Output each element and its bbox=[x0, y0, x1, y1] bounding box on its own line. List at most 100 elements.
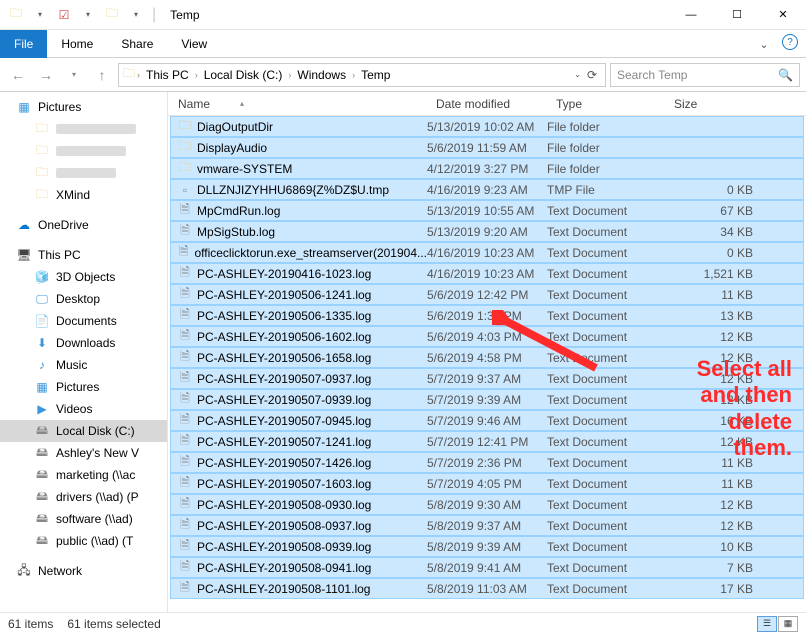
file-row[interactable]: 🗎PC-ASHLEY-20190506-1658.log5/6/2019 4:5… bbox=[170, 347, 804, 368]
chevron-right-icon[interactable]: › bbox=[193, 70, 200, 80]
view-details-button[interactable]: ☰ bbox=[757, 616, 777, 632]
file-row[interactable]: 🗎PC-ASHLEY-20190508-1101.log5/8/2019 11:… bbox=[170, 578, 804, 599]
qat-menu-icon[interactable]: ▾ bbox=[126, 5, 146, 25]
file-size: 12 KB bbox=[665, 330, 761, 344]
col-type[interactable]: Type bbox=[546, 97, 664, 111]
search-input[interactable]: Search Temp 🔍 bbox=[610, 63, 800, 87]
nav-item[interactable]: ⬇Downloads bbox=[0, 332, 167, 354]
nav-pictures[interactable]: ▦Pictures bbox=[0, 96, 167, 118]
nav-xmind[interactable]: 🗀XMind bbox=[0, 184, 167, 206]
help-icon[interactable]: ? bbox=[782, 34, 798, 50]
file-size: 12 KB bbox=[665, 351, 761, 365]
file-row[interactable]: 🗎MpSigStub.log5/13/2019 9:20 AMText Docu… bbox=[170, 221, 804, 242]
text-icon: 🗎 bbox=[177, 329, 193, 345]
tab-view[interactable]: View bbox=[167, 30, 221, 58]
tab-share[interactable]: Share bbox=[107, 30, 167, 58]
crumb-temp[interactable]: Temp bbox=[357, 68, 394, 82]
file-row[interactable]: 🗎PC-ASHLEY-20190508-0939.log5/8/2019 9:3… bbox=[170, 536, 804, 557]
nav-item[interactable]: ▦Pictures bbox=[0, 376, 167, 398]
up-button[interactable]: ↑ bbox=[90, 63, 114, 87]
chevron-right-icon[interactable]: › bbox=[350, 70, 357, 80]
col-date[interactable]: Date modified bbox=[426, 97, 546, 111]
file-name: PC-ASHLEY-20190416-1023.log bbox=[197, 267, 371, 281]
crumb-localdisk[interactable]: Local Disk (C:) bbox=[200, 68, 287, 82]
file-type: Text Document bbox=[547, 477, 665, 491]
minimize-button[interactable]: — bbox=[668, 0, 714, 30]
nav-item[interactable]: 📄Documents bbox=[0, 310, 167, 332]
file-name: PC-ASHLEY-20190508-0930.log bbox=[197, 498, 371, 512]
nav-item[interactable]: 🖴software (\\ad) bbox=[0, 508, 167, 530]
file-list[interactable]: 🗀DiagOutputDir5/13/2019 10:02 AMFile fol… bbox=[168, 116, 806, 612]
file-row[interactable]: 🗎PC-ASHLEY-20190507-0937.log5/7/2019 9:3… bbox=[170, 368, 804, 389]
nav-item[interactable]: 🖴Ashley's New V bbox=[0, 442, 167, 464]
nav-item[interactable]: ♪Music bbox=[0, 354, 167, 376]
file-row[interactable]: 🗎PC-ASHLEY-20190506-1335.log5/6/2019 1:3… bbox=[170, 305, 804, 326]
videos-icon: ▶ bbox=[34, 401, 50, 417]
nav-item-blurred[interactable]: 🗀 bbox=[0, 118, 167, 140]
qat-dropdown2-icon[interactable]: ▾ bbox=[78, 5, 98, 25]
nav-network[interactable]: 🖧Network bbox=[0, 560, 167, 582]
breadcrumb[interactable]: 🗀 › This PC › Local Disk (C:) › Windows … bbox=[118, 63, 606, 87]
file-row[interactable]: ▫DLLZNJIZYHHU6869{Z%DZ$U.tmp4/16/2019 9:… bbox=[170, 179, 804, 200]
tab-file[interactable]: File bbox=[0, 30, 47, 58]
file-date: 5/8/2019 9:39 AM bbox=[427, 540, 547, 554]
file-row[interactable]: 🗎PC-ASHLEY-20190507-0939.log5/7/2019 9:3… bbox=[170, 389, 804, 410]
file-row[interactable]: 🗎PC-ASHLEY-20190508-0930.log5/8/2019 9:3… bbox=[170, 494, 804, 515]
file-size: 12 KB bbox=[665, 435, 761, 449]
nav-onedrive[interactable]: ☁OneDrive bbox=[0, 214, 167, 236]
sort-asc-icon: ▴ bbox=[240, 99, 244, 108]
file-row[interactable]: 🗎PC-ASHLEY-20190507-1426.log5/7/2019 2:3… bbox=[170, 452, 804, 473]
crumb-thispc[interactable]: This PC bbox=[142, 68, 193, 82]
file-name: PC-ASHLEY-20190508-1101.log bbox=[197, 582, 370, 596]
navigation-pane[interactable]: ▦Pictures 🗀 🗀 🗀 🗀XMind ☁OneDrive 🖥This P… bbox=[0, 92, 168, 612]
nav-item[interactable]: 🖵Desktop bbox=[0, 288, 167, 310]
expand-ribbon-icon[interactable]: ⌄ bbox=[754, 34, 774, 54]
file-row[interactable]: 🗎PC-ASHLEY-20190507-1603.log5/7/2019 4:0… bbox=[170, 473, 804, 494]
text-icon: 🗎 bbox=[177, 434, 193, 450]
file-row[interactable]: 🗀DiagOutputDir5/13/2019 10:02 AMFile fol… bbox=[170, 116, 804, 137]
nav-item[interactable]: 🖴public (\\ad) (T bbox=[0, 530, 167, 552]
file-row[interactable]: 🗎MpCmdRun.log5/13/2019 10:55 AMText Docu… bbox=[170, 200, 804, 221]
nav-thispc[interactable]: 🖥This PC bbox=[0, 244, 167, 266]
file-date: 5/8/2019 9:41 AM bbox=[427, 561, 547, 575]
nav-item[interactable]: 🧊3D Objects bbox=[0, 266, 167, 288]
pictures-icon: ▦ bbox=[16, 99, 32, 115]
file-row[interactable]: 🗎PC-ASHLEY-20190508-0937.log5/8/2019 9:3… bbox=[170, 515, 804, 536]
file-row[interactable]: 🗀vmware-SYSTEM4/12/2019 3:27 PMFile fold… bbox=[170, 158, 804, 179]
nav-item[interactable]: ▶Videos bbox=[0, 398, 167, 420]
crumb-windows[interactable]: Windows bbox=[293, 68, 350, 82]
file-row[interactable]: 🗎PC-ASHLEY-20190506-1602.log5/6/2019 4:0… bbox=[170, 326, 804, 347]
file-row[interactable]: 🗀DisplayAudio5/6/2019 11:59 AMFile folde… bbox=[170, 137, 804, 158]
breadcrumb-dropdown-icon[interactable]: ⌄ bbox=[574, 70, 581, 79]
recent-dropdown[interactable]: ▾ bbox=[62, 63, 86, 87]
back-button[interactable]: ← bbox=[6, 63, 30, 87]
file-name: PC-ASHLEY-20190508-0941.log bbox=[197, 561, 371, 575]
file-size: 12 KB bbox=[665, 393, 761, 407]
nav-item-blurred[interactable]: 🗀 bbox=[0, 162, 167, 184]
nav-item[interactable]: 🖴marketing (\\ac bbox=[0, 464, 167, 486]
file-row[interactable]: 🗎officeclicktorun.exe_streamserver(20190… bbox=[170, 242, 804, 263]
file-row[interactable]: 🗎PC-ASHLEY-20190416-1023.log4/16/2019 10… bbox=[170, 263, 804, 284]
documents-icon: 📄 bbox=[34, 313, 50, 329]
file-row[interactable]: 🗎PC-ASHLEY-20190506-1241.log5/6/2019 12:… bbox=[170, 284, 804, 305]
col-size[interactable]: Size bbox=[664, 97, 764, 111]
close-button[interactable]: ✕ bbox=[760, 0, 806, 30]
chevron-right-icon[interactable]: › bbox=[135, 70, 142, 80]
nav-item-blurred[interactable]: 🗀 bbox=[0, 140, 167, 162]
refresh-icon[interactable]: ⟳ bbox=[583, 68, 601, 82]
properties-icon[interactable]: ☑ bbox=[54, 5, 74, 25]
file-size: 34 KB bbox=[665, 225, 761, 239]
nav-item[interactable]: 🖴drivers (\\ad) (P bbox=[0, 486, 167, 508]
chevron-right-icon[interactable]: › bbox=[286, 70, 293, 80]
maximize-button[interactable]: ☐ bbox=[714, 0, 760, 30]
nav-item[interactable]: 🖴Local Disk (C:) bbox=[0, 420, 167, 442]
forward-button[interactable]: → bbox=[34, 63, 58, 87]
tab-home[interactable]: Home bbox=[47, 30, 107, 58]
qat-dropdown-icon[interactable]: ▾ bbox=[30, 5, 50, 25]
file-row[interactable]: 🗎PC-ASHLEY-20190507-0945.log5/7/2019 9:4… bbox=[170, 410, 804, 431]
view-large-button[interactable]: ▦ bbox=[778, 616, 798, 632]
file-date: 5/6/2019 11:59 AM bbox=[427, 141, 547, 155]
file-row[interactable]: 🗎PC-ASHLEY-20190507-1241.log5/7/2019 12:… bbox=[170, 431, 804, 452]
file-row[interactable]: 🗎PC-ASHLEY-20190508-0941.log5/8/2019 9:4… bbox=[170, 557, 804, 578]
col-name[interactable]: Name▴ bbox=[168, 97, 426, 111]
